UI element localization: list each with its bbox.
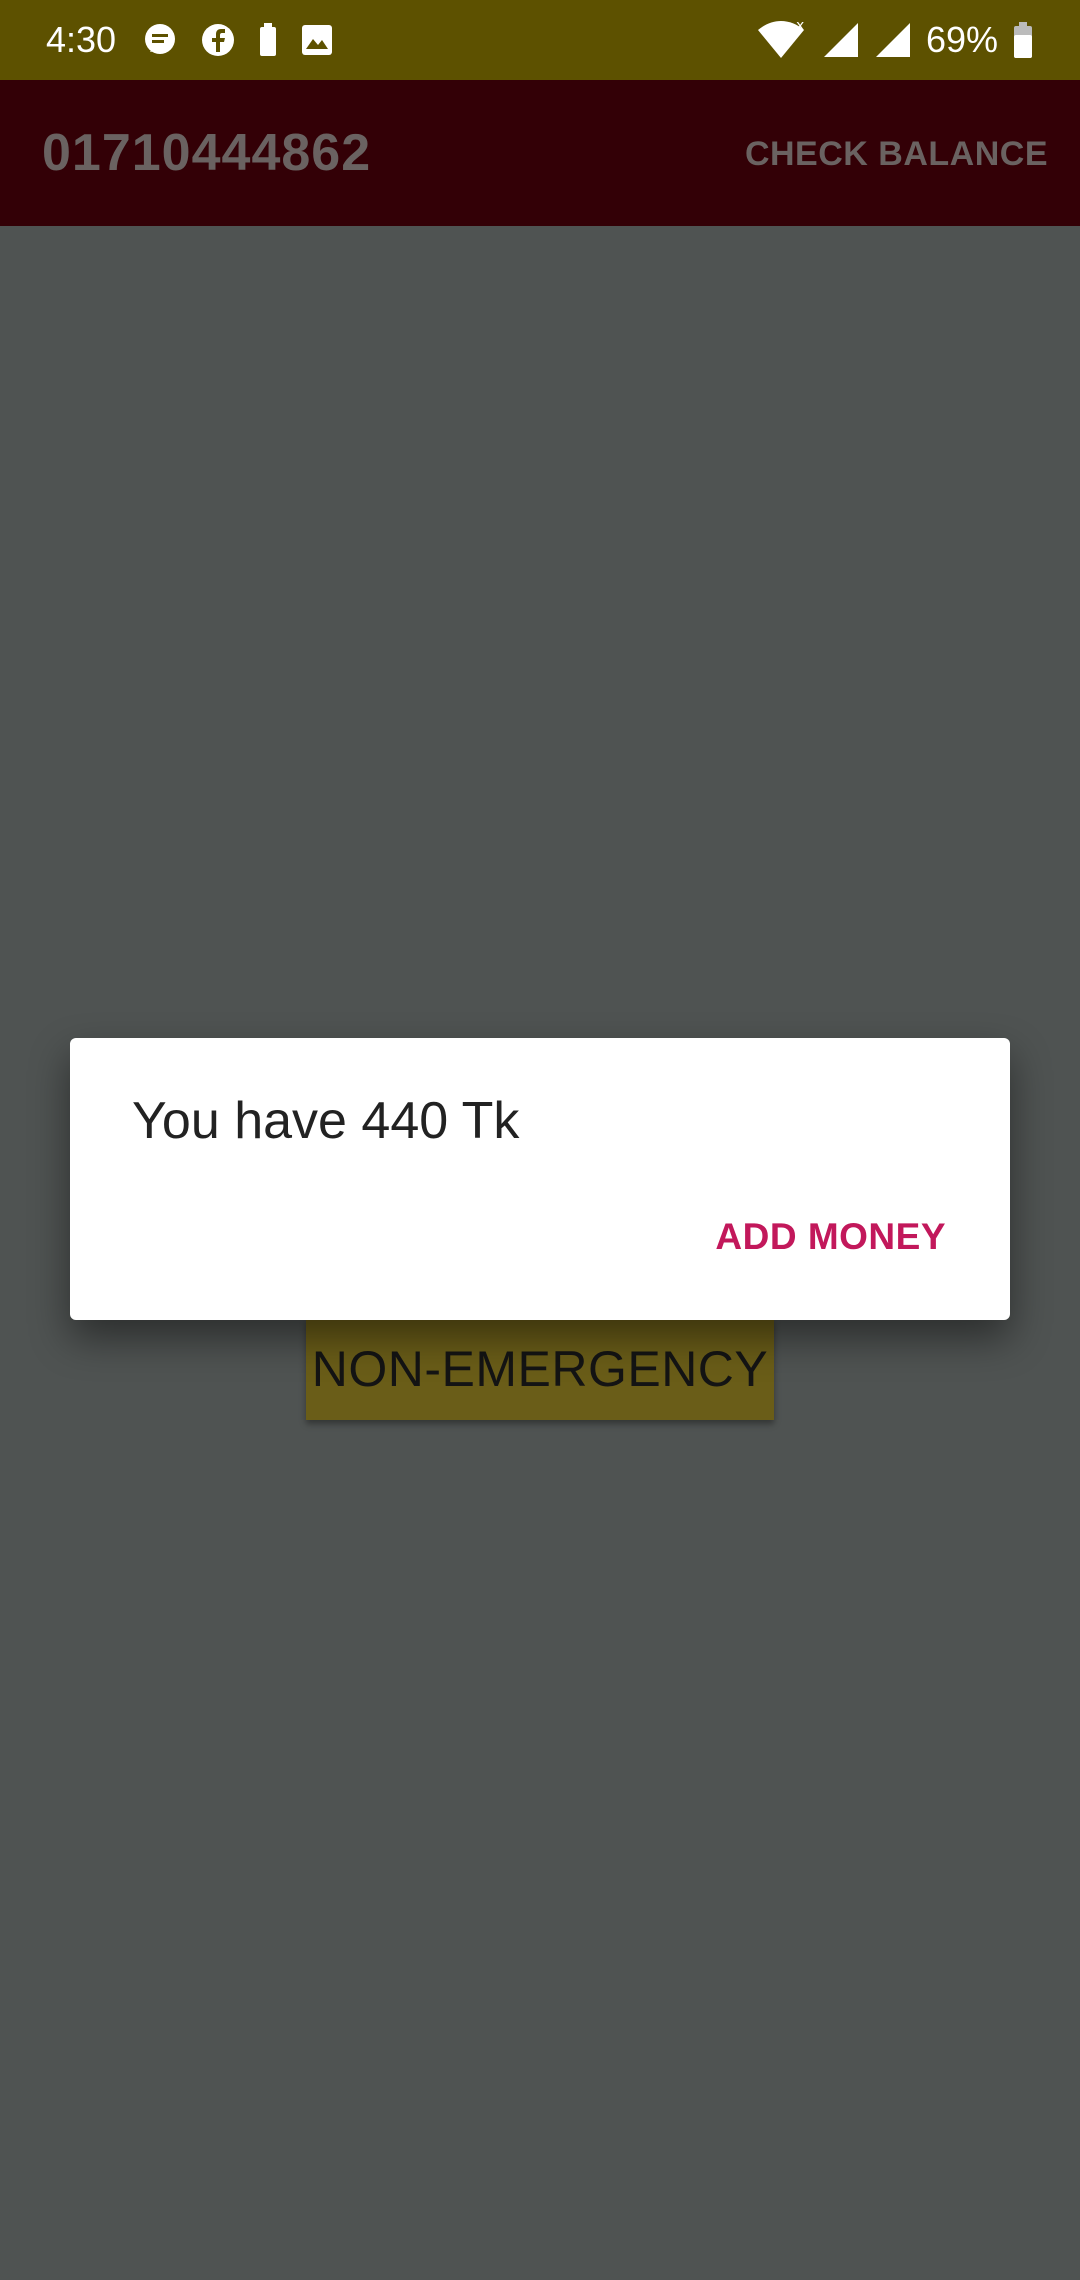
system-icons: x 69% (754, 18, 1034, 62)
non-emergency-button[interactable]: NON-EMERGENCY (306, 1318, 774, 1420)
add-money-button[interactable]: ADD MONEY (715, 1214, 946, 1260)
battery-saver-icon (258, 22, 278, 58)
status-bar: 4:30 x 69% (0, 0, 1080, 80)
check-balance-button[interactable]: CHECK BALANCE (745, 132, 1048, 176)
notification-icons (142, 20, 334, 60)
battery-icon (1012, 21, 1034, 59)
svg-text:x: x (796, 20, 804, 34)
cell-signal-icon (822, 21, 860, 59)
status-time: 4:30 (46, 19, 117, 60)
balance-dialog: You have 440 Tk ADD MONEY (70, 1038, 1010, 1320)
wifi-icon: x (754, 20, 808, 60)
image-icon (300, 23, 334, 57)
dialog-message: You have 440 Tk (132, 1092, 520, 1150)
phone-number-title: 01710444862 (42, 124, 372, 182)
cell-signal-icon (874, 21, 912, 59)
app-bar: 01710444862 CHECK BALANCE (0, 80, 1080, 226)
screen: 4:30 x 69% 01710444862 CHECK BALANCE NON… (0, 0, 1080, 2280)
chat-bubble-icon (142, 22, 178, 58)
battery-percent: 69% (925, 19, 998, 60)
facebook-icon (200, 22, 236, 58)
